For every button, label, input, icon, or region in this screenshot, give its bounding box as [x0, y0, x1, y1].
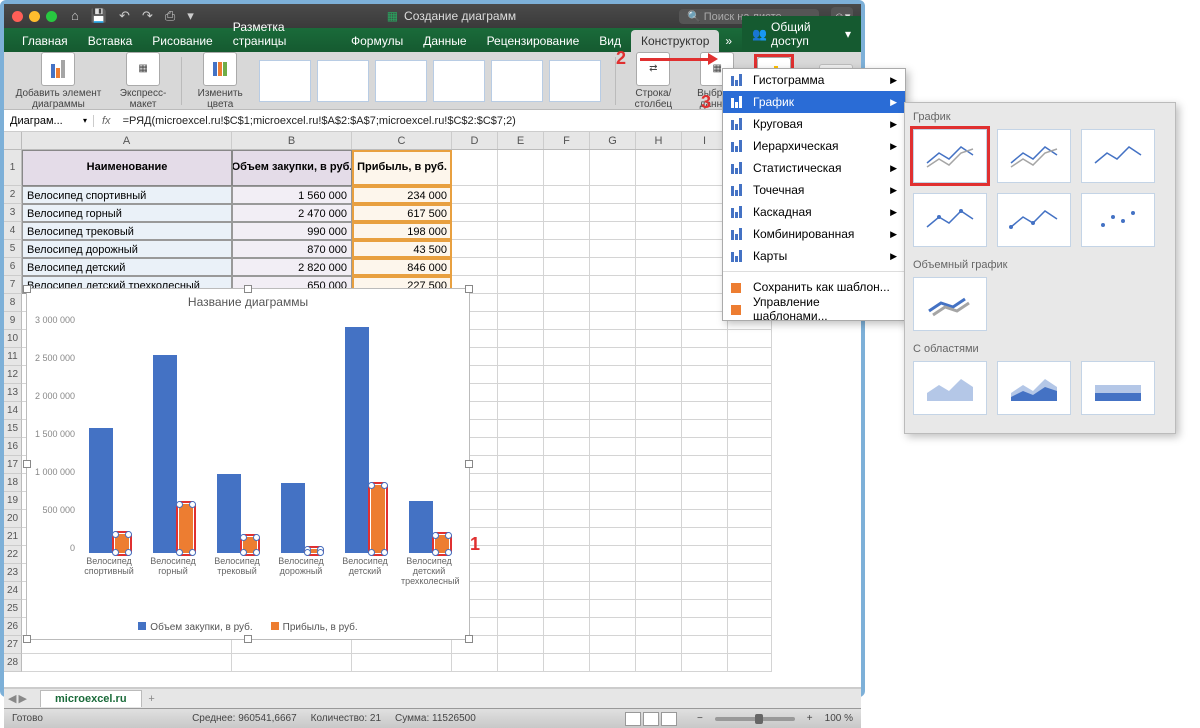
col-header-E[interactable]: E: [498, 132, 544, 149]
area-option-1[interactable]: [913, 361, 987, 415]
zoom-slider[interactable]: [715, 717, 795, 721]
chart-legend[interactable]: Объем закупки, в руб. Прибыль, в руб.: [27, 622, 469, 633]
col-header-B[interactable]: B: [232, 132, 352, 149]
callout-2: 2: [616, 48, 626, 69]
area-option-2[interactable]: [997, 361, 1071, 415]
tab-formulas[interactable]: Формулы: [341, 30, 413, 52]
status-count: Количество: 21: [311, 713, 381, 724]
status-ready: Готово: [12, 713, 43, 724]
submenu-section-3d: Объемный график: [913, 255, 1167, 277]
quick-access-toolbar: ⌂ 💾 ↶ ↷ ⎙ ▾: [71, 8, 194, 24]
status-bar: Готово Среднее: 960541,6667 Количество: …: [4, 708, 861, 728]
chart-element-icon: [51, 60, 65, 78]
chart-type-menu-item[interactable]: Круговая▶: [723, 113, 905, 135]
redo-icon[interactable]: ↷: [142, 8, 153, 24]
name-box[interactable]: Диаграм...▾: [4, 115, 94, 127]
embedded-chart[interactable]: Название диаграммы 3 000 0002 500 0002 0…: [26, 288, 470, 640]
chart-type-menu-item[interactable]: Иерархическая▶: [723, 135, 905, 157]
file-icon: ▦: [387, 9, 398, 23]
title-bar: ⌂ 💾 ↶ ↷ ⎙ ▾ ▦Создание диаграмм 🔍 Поиск н…: [4, 4, 861, 28]
chart-type-menu-item[interactable]: Точечная▶: [723, 179, 905, 201]
home-icon[interactable]: ⌂: [71, 8, 79, 24]
col-header-G[interactable]: G: [590, 132, 636, 149]
status-average: Среднее: 960541,6667: [192, 713, 297, 724]
chart-type-menu-item[interactable]: График▶: [723, 91, 905, 113]
tab-layout[interactable]: Разметка страницы: [223, 16, 341, 52]
callout-3: 3: [701, 92, 711, 113]
chart-style-gallery[interactable]: [259, 60, 601, 102]
add-chart-element-button[interactable]: Добавить элемент диаграммы: [12, 52, 105, 110]
tabs-overflow[interactable]: »: [719, 30, 738, 52]
tab-chart-design[interactable]: Конструктор: [631, 30, 719, 52]
chart-type-menu-item[interactable]: Каскадная▶: [723, 201, 905, 223]
col-header-F[interactable]: F: [544, 132, 590, 149]
zoom-level[interactable]: 100 %: [825, 713, 853, 724]
tab-insert[interactable]: Вставка: [78, 30, 143, 52]
view-pagebreak-button[interactable]: [661, 712, 677, 726]
submenu-section-line: График: [913, 107, 1167, 129]
change-colors-button[interactable]: Изменить цвета: [196, 52, 245, 110]
undo-icon[interactable]: ↶: [119, 8, 130, 24]
more-icon[interactable]: ▾: [187, 8, 194, 24]
col-header-D[interactable]: D: [452, 132, 498, 149]
palette-icon: [213, 62, 227, 76]
line-chart-option-3[interactable]: [1081, 129, 1155, 183]
tab-share[interactable]: 👥Общий доступ▾: [742, 16, 861, 52]
line-chart-option-6[interactable]: [1081, 193, 1155, 247]
area-option-3[interactable]: [1081, 361, 1155, 415]
status-sum: Сумма: 11526500: [395, 713, 476, 724]
ribbon-tabs: Главная Вставка Рисование Разметка стран…: [4, 28, 861, 52]
minimize-window-button[interactable]: [29, 11, 40, 22]
callout-1: 1: [470, 534, 480, 555]
sheet-tabs: ◀▶ microexcel.ru +: [4, 688, 861, 708]
line-chart-option-1[interactable]: [913, 129, 987, 183]
fx-button[interactable]: fx: [94, 115, 119, 127]
submenu-section-area: С областями: [913, 339, 1167, 361]
chart-type-menu-item[interactable]: Гистограмма▶: [723, 69, 905, 91]
zoom-out-button[interactable]: −: [697, 713, 703, 724]
save-icon[interactable]: 💾: [91, 8, 107, 24]
tab-home[interactable]: Главная: [12, 30, 78, 52]
line-chart-option-2[interactable]: [997, 129, 1071, 183]
switch-icon: ⇄: [649, 63, 657, 74]
zoom-window-button[interactable]: [46, 11, 57, 22]
view-normal-button[interactable]: [625, 712, 641, 726]
tab-draw[interactable]: Рисование: [142, 30, 222, 52]
col-header-A[interactable]: A: [22, 132, 232, 149]
close-window-button[interactable]: [12, 11, 23, 22]
chart-type-menu-footer[interactable]: Управление шаблонами...: [723, 298, 905, 320]
chart-type-menu-item[interactable]: Комбинированная▶: [723, 223, 905, 245]
select-all-corner[interactable]: [4, 132, 22, 149]
col-header-C[interactable]: C: [352, 132, 452, 149]
view-pagelayout-button[interactable]: [643, 712, 659, 726]
line-chart-option-5[interactable]: [997, 193, 1071, 247]
share-icon: 👥: [752, 27, 767, 41]
tab-data[interactable]: Данные: [413, 30, 476, 52]
chart-plot-area[interactable]: [77, 315, 461, 553]
callout-arrow: [640, 58, 710, 61]
line3d-option-1[interactable]: [913, 277, 987, 331]
quick-layout-button[interactable]: ▦ Экспресс-макет: [119, 52, 167, 110]
chart-type-menu-item[interactable]: Карты▶: [723, 245, 905, 267]
tab-review[interactable]: Рецензирование: [477, 30, 590, 52]
zoom-in-button[interactable]: +: [807, 713, 813, 724]
line-chart-submenu: График Объемный график С областями: [904, 102, 1176, 434]
chart-type-menu-item[interactable]: Статистическая▶: [723, 157, 905, 179]
window-title: Создание диаграмм: [404, 9, 516, 23]
col-header-H[interactable]: H: [636, 132, 682, 149]
layout-icon: ▦: [138, 63, 147, 74]
chart-y-axis: 3 000 0002 500 0002 000 0001 500 0001 00…: [31, 315, 75, 553]
line-chart-option-4[interactable]: [913, 193, 987, 247]
chart-type-menu: Гистограмма▶График▶Круговая▶Иерархическа…: [722, 68, 906, 321]
print-icon[interactable]: ⎙: [165, 8, 175, 24]
chart-x-axis-labels: Велосипед спортивныйВелосипед горныйВело…: [77, 557, 461, 605]
